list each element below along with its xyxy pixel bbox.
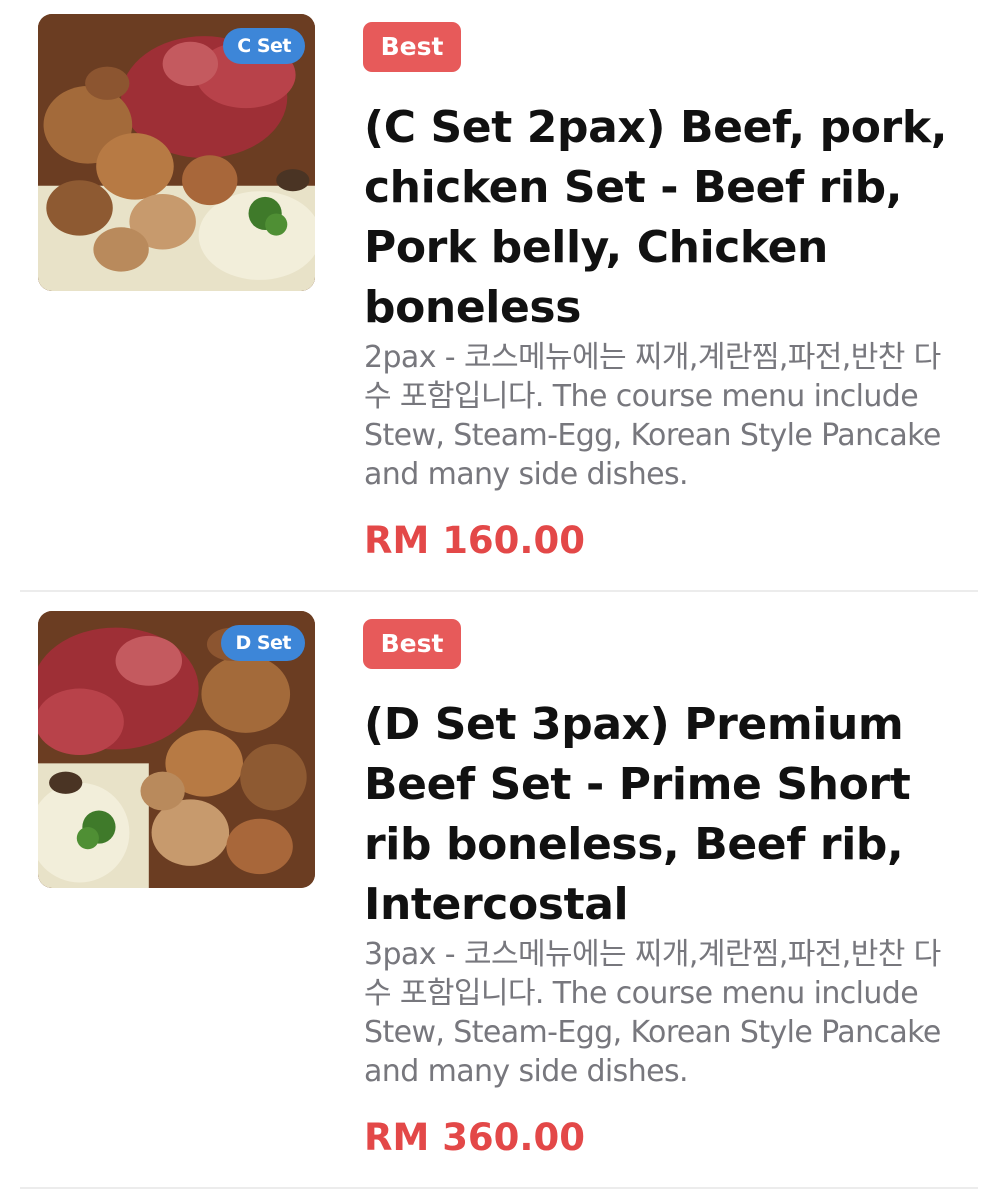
menu-item-d-set[interactable]: D Set Best (D Set 3pax) Premium Beef Set… <box>0 597 998 1194</box>
item-description: 2pax - 코스메뉴에는 찌개,계란찜,파전,반찬 다수 포함입니다. The… <box>364 340 941 492</box>
item-title[interactable]: (D Set 3pax) Premium Beef Set - Prime Sh… <box>364 695 964 935</box>
menu-item-c-set[interactable]: C Set Best (C Set 2pax) Beef, pork, chic… <box>0 0 998 597</box>
item-price: RM 360.00 <box>364 1116 585 1159</box>
divider <box>20 1187 978 1189</box>
best-tag: Best <box>363 619 461 669</box>
item-title[interactable]: (C Set 2pax) Beef, pork, chicken Set - B… <box>364 98 964 338</box>
item-price: RM 160.00 <box>364 519 585 562</box>
divider <box>20 590 978 592</box>
item-description: 3pax - 코스메뉴에는 찌개,계란찜,파전,반찬 다수 포함입니다. The… <box>364 937 941 1089</box>
best-tag: Best <box>363 22 461 72</box>
food-image[interactable]: D Set <box>38 611 315 888</box>
food-image[interactable]: C Set <box>38 14 315 291</box>
set-badge: C Set <box>223 28 305 64</box>
set-badge: D Set <box>221 625 305 661</box>
